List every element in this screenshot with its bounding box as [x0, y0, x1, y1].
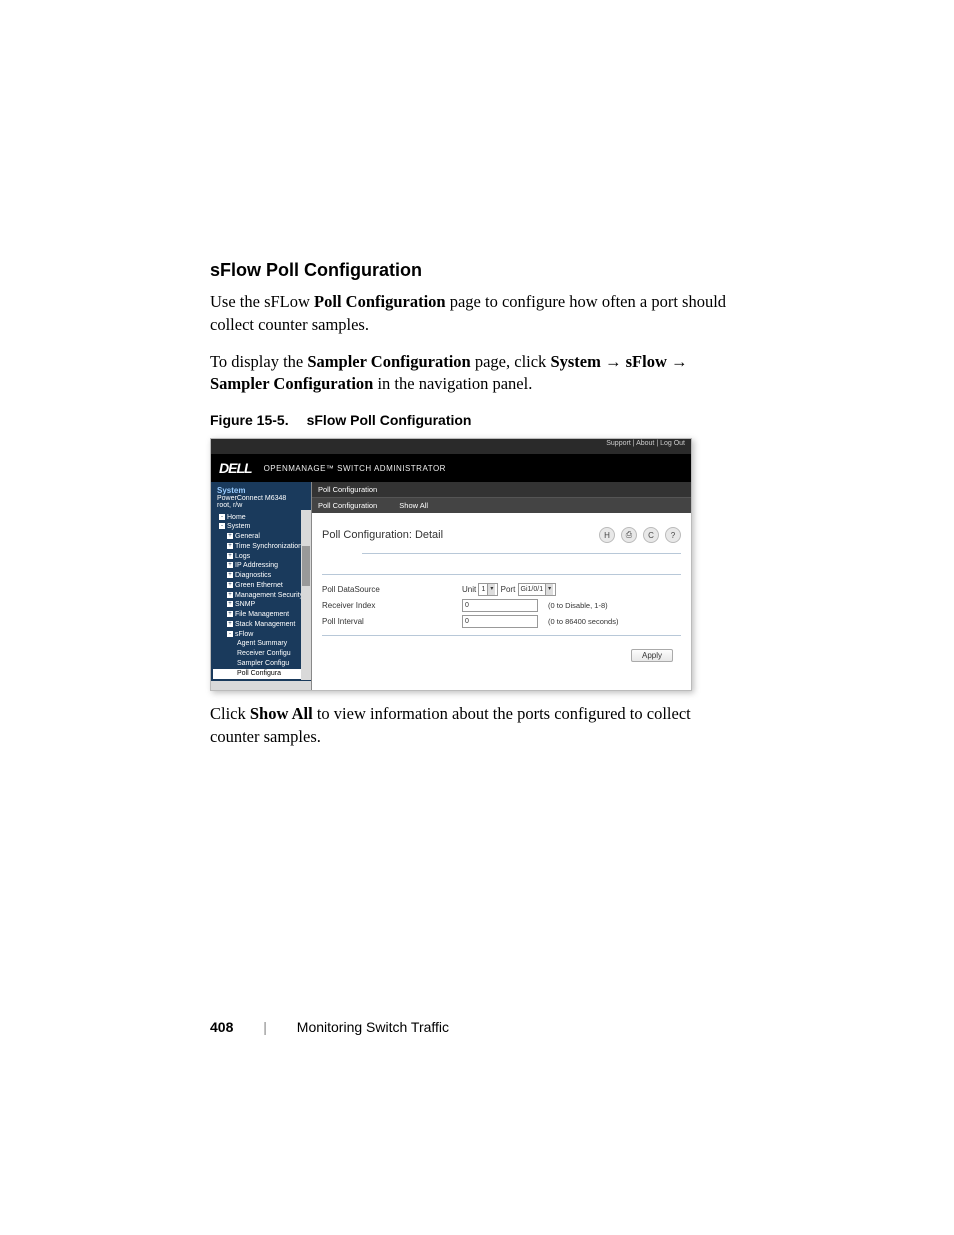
intro-paragraph-1: Use the sFLow Poll Configuration page to…	[210, 291, 744, 337]
nav-device-name: PowerConnect M6348	[217, 495, 307, 502]
nav-sampler-config[interactable]: Sampler Configu	[213, 659, 309, 669]
row-poll-datasource: Poll DataSource Unit 1▾ Port Gi1/0/1▾	[322, 581, 681, 597]
nav-system: System	[550, 352, 600, 371]
nav-receiver-config[interactable]: Receiver Configu	[213, 650, 309, 660]
text: Click	[210, 704, 250, 723]
section-heading: sFlow Poll Configuration	[210, 260, 744, 281]
divider	[322, 635, 681, 636]
page-number: 408	[210, 1019, 233, 1035]
nav-poll-config[interactable]: Poll Configura	[213, 669, 309, 679]
divider	[362, 553, 681, 554]
expand-icon[interactable]: +	[227, 543, 233, 549]
text: Use the sFLow	[210, 292, 314, 311]
save-icon[interactable]: H	[599, 527, 615, 543]
text: To display the	[210, 352, 307, 371]
receiver-index-hint: (0 to Disable, 1-8)	[548, 601, 608, 610]
nav-snmp[interactable]: +SNMP	[213, 601, 309, 611]
tab-bar: Poll Configuration Show All	[312, 498, 691, 513]
chevron-down-icon: ▾	[545, 584, 553, 595]
chevron-down-icon: ▾	[487, 584, 495, 595]
collapse-icon[interactable]: -	[227, 631, 233, 637]
tab-poll-configuration[interactable]: Poll Configuration	[318, 501, 377, 510]
expand-icon[interactable]: +	[227, 553, 233, 559]
nav-mgmt-security[interactable]: +Management Security	[213, 591, 309, 601]
collapse-icon[interactable]: -	[219, 514, 225, 520]
show-all-term: Show All	[250, 704, 313, 723]
nav-file-mgmt[interactable]: +File Management	[213, 611, 309, 621]
port-label: Port	[501, 585, 516, 594]
text: page, click	[471, 352, 551, 371]
text: in the navigation panel.	[373, 374, 532, 393]
row-poll-interval: Poll Interval 0 (0 to 86400 seconds)	[322, 613, 681, 629]
expand-icon[interactable]: +	[227, 562, 233, 568]
row-receiver-index: Receiver Index 0 (0 to Disable, 1-8)	[322, 597, 681, 613]
sampler-configuration-term: Sampler Configuration	[307, 352, 470, 371]
nav-sampler-configuration: Sampler Configuration	[210, 374, 373, 393]
label-poll-datasource: Poll DataSource	[322, 585, 462, 594]
app-title: OPENMANAGE™ SWITCH ADMINISTRATOR	[264, 464, 446, 473]
expand-icon[interactable]: +	[227, 601, 233, 607]
tab-show-all[interactable]: Show All	[399, 501, 428, 510]
nav-agent-summary[interactable]: Agent Summary	[213, 640, 309, 650]
divider	[322, 574, 681, 575]
nav-home[interactable]: -Home	[213, 513, 309, 523]
label-receiver-index: Receiver Index	[322, 601, 462, 610]
expand-icon[interactable]: +	[227, 572, 233, 578]
scrollbar-thumb[interactable]	[302, 546, 310, 586]
vertical-scrollbar[interactable]	[301, 510, 311, 680]
page-footer: 408 | Monitoring Switch Traffic	[210, 1019, 449, 1035]
figure-title: sFlow Poll Configuration	[307, 412, 472, 428]
unit-select[interactable]: 1▾	[478, 583, 498, 596]
poll-interval-hint: (0 to 86400 seconds)	[548, 617, 618, 626]
intro-paragraph-2: To display the Sampler Configuration pag…	[210, 351, 744, 397]
chapter-title: Monitoring Switch Traffic	[297, 1019, 449, 1035]
top-links[interactable]: Support | About | Log Out	[211, 439, 691, 454]
nav-green-ethernet[interactable]: +Green Ethernet	[213, 581, 309, 591]
panel-title: Poll Configuration: Detail	[322, 529, 443, 541]
nav-general[interactable]: +General	[213, 533, 309, 543]
separator: |	[263, 1019, 267, 1035]
apply-button[interactable]: Apply	[631, 649, 673, 662]
expand-icon[interactable]: +	[227, 533, 233, 539]
nav-sflow: sFlow	[626, 352, 667, 371]
figure-number: Figure 15-5.	[210, 412, 289, 428]
horizontal-scrollbar[interactable]	[211, 681, 311, 690]
nav-stack-mgmt[interactable]: +Stack Management	[213, 620, 309, 630]
poll-interval-input[interactable]: 0	[462, 615, 538, 628]
expand-icon[interactable]: +	[227, 582, 233, 588]
arrow-icon: →	[667, 352, 688, 371]
help-icon[interactable]: ?	[665, 527, 681, 543]
dell-logo: DELL	[219, 460, 252, 476]
nav-sflow[interactable]: -sFlow	[213, 630, 309, 640]
nav-system[interactable]: -System	[213, 523, 309, 533]
nav-logs[interactable]: +Logs	[213, 552, 309, 562]
breadcrumb: Poll Configuration	[312, 482, 691, 498]
print-icon[interactable]: ⎙	[621, 527, 637, 543]
app-header: DELL OPENMANAGE™ SWITCH ADMINISTRATOR	[211, 454, 691, 482]
nav-ip-addressing[interactable]: +IP Addressing	[213, 562, 309, 572]
collapse-icon[interactable]: -	[219, 523, 225, 529]
expand-icon[interactable]: +	[227, 592, 233, 598]
nav-user: root, r/w	[217, 502, 307, 509]
screenshot-figure: Support | About | Log Out DELL OPENMANAG…	[210, 438, 692, 691]
poll-configuration-term: Poll Configuration	[314, 292, 446, 311]
nav-system-label: System	[217, 486, 307, 495]
expand-icon[interactable]: +	[227, 621, 233, 627]
arrow-icon: →	[601, 352, 626, 371]
refresh-icon[interactable]: C	[643, 527, 659, 543]
nav-time-sync[interactable]: +Time Synchronization	[213, 542, 309, 552]
expand-icon[interactable]: +	[227, 611, 233, 617]
nav-diagnostics[interactable]: +Diagnostics	[213, 572, 309, 582]
figure-caption: Figure 15-5. sFlow Poll Configuration	[210, 412, 744, 428]
receiver-index-input[interactable]: 0	[462, 599, 538, 612]
label-poll-interval: Poll Interval	[322, 617, 462, 626]
unit-label: Unit	[462, 585, 476, 594]
main-panel: Poll Configuration Poll Configuration Sh…	[312, 482, 691, 690]
nav-tree[interactable]: System PowerConnect M6348 root, r/w -Hom…	[211, 482, 312, 690]
closing-paragraph: Click Show All to view information about…	[210, 703, 744, 749]
port-select[interactable]: Gi1/0/1▾	[518, 583, 557, 596]
